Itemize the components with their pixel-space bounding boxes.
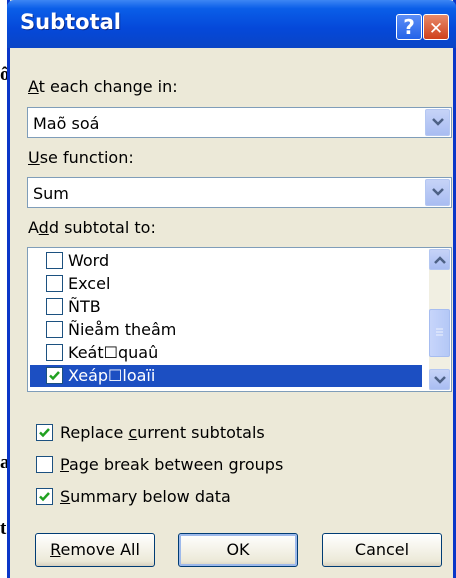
replace-current-subtotals-checkbox[interactable] <box>36 424 53 441</box>
list-item-label: Word <box>68 251 110 270</box>
help-icon: ? <box>403 15 415 39</box>
scroll-thumb[interactable] <box>429 309 450 357</box>
list-item[interactable]: Excel <box>30 273 422 295</box>
list-item-label: ÑTB <box>68 297 101 316</box>
close-icon: ✕ <box>428 19 444 39</box>
list-item-checkbox[interactable] <box>46 344 63 361</box>
at-each-change-dropdown-button[interactable] <box>425 109 450 136</box>
list-item-checkbox[interactable] <box>46 275 63 292</box>
use-function-value: Sum <box>33 184 69 203</box>
use-function-label: Use function: <box>28 148 134 167</box>
checkmark-icon <box>39 492 50 502</box>
use-function-dropdown-button[interactable] <box>425 179 450 206</box>
checkmark-icon <box>49 371 60 381</box>
list-item-label: Keát☐quaû <box>68 343 159 362</box>
add-subtotal-list[interactable]: Word Excel ÑTB Ñieåm theâm Keát☐quaû Xeá… <box>27 247 452 392</box>
page-break-label: Page break between groups <box>60 455 284 474</box>
scroll-up-button[interactable] <box>429 249 450 270</box>
remove-all-button[interactable]: Remove All <box>35 533 155 567</box>
list-item[interactable]: Keát☐quaû <box>30 342 422 364</box>
ok-button[interactable]: OK <box>178 533 298 567</box>
list-item-checkbox[interactable] <box>46 321 63 338</box>
summary-below-data-checkbox[interactable] <box>36 488 53 505</box>
dialog-title: Subtotal <box>20 10 121 34</box>
at-each-change-label: At each change in: <box>28 77 178 96</box>
subtotal-dialog: Subtotal ? ✕ At each change in: Maõ soá … <box>7 0 456 578</box>
list-item-checkbox[interactable] <box>46 298 63 315</box>
cancel-button[interactable]: Cancel <box>322 533 442 567</box>
close-button[interactable]: ✕ <box>423 14 449 40</box>
use-function-select[interactable]: Sum <box>27 177 452 208</box>
list-item[interactable]: Word <box>30 250 422 272</box>
list-item-checkbox[interactable] <box>46 252 63 269</box>
title-bar[interactable]: Subtotal ? ✕ <box>7 0 456 48</box>
list-item-label: Ñieåm theâm <box>68 320 177 339</box>
at-each-change-select[interactable]: Maõ soá <box>27 107 452 138</box>
list-scrollbar[interactable] <box>429 249 450 390</box>
replace-current-subtotals-label: Replace current subtotals <box>60 423 265 442</box>
grip-icon <box>436 328 443 336</box>
add-subtotal-label: Add subtotal to: <box>28 218 156 237</box>
scroll-down-button[interactable] <box>429 369 450 390</box>
chevron-down-icon <box>432 118 444 126</box>
list-item[interactable]: Ñieåm theâm <box>30 319 422 341</box>
list-item-checkbox[interactable] <box>46 367 63 384</box>
list-item-selected[interactable]: Xeáp☐loaïi <box>30 365 422 387</box>
summary-below-data-label: Summary below data <box>60 487 231 506</box>
at-each-change-value: Maõ soá <box>33 114 100 133</box>
page-break-checkbox[interactable] <box>36 456 53 473</box>
list-item[interactable]: ÑTB <box>30 296 422 318</box>
chevron-down-icon <box>434 376 446 384</box>
checkmark-icon <box>39 428 50 438</box>
list-item-label: Xeáp☐loaïi <box>68 366 156 385</box>
list-item-label: Excel <box>68 274 111 293</box>
help-button[interactable]: ? <box>396 14 422 40</box>
chevron-up-icon <box>434 256 446 264</box>
chevron-down-icon <box>432 188 444 196</box>
